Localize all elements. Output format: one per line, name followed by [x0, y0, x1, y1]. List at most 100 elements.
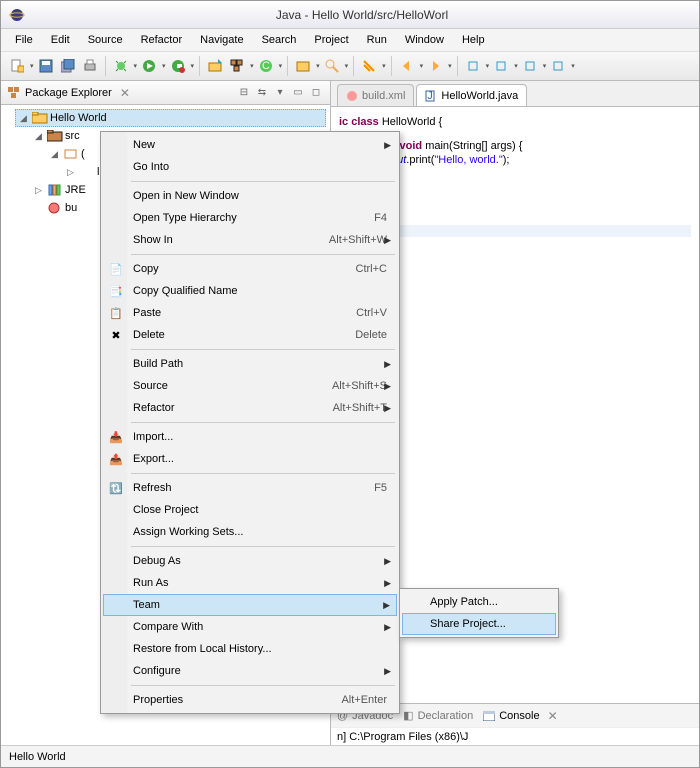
- print-button[interactable]: [80, 56, 100, 76]
- new-package-button[interactable]: [227, 56, 247, 76]
- context-item-debug-as[interactable]: Debug As▶: [103, 550, 397, 572]
- dropdown-arrow-icon[interactable]: ▾: [486, 62, 490, 70]
- tab-declaration[interactable]: ◧Declaration: [403, 709, 473, 722]
- run-button[interactable]: [139, 56, 159, 76]
- new-button[interactable]: [7, 56, 27, 76]
- nav-button-3[interactable]: [520, 56, 540, 76]
- collapse-all-icon[interactable]: ⊟: [236, 85, 252, 101]
- minimize-view-icon[interactable]: ▭: [290, 85, 306, 101]
- context-item-paste[interactable]: 📋PasteCtrl+V: [103, 302, 397, 324]
- context-label: Open Type Hierarchy: [133, 212, 374, 224]
- maximize-view-icon[interactable]: ◻: [308, 85, 324, 101]
- context-item-open-in-new-window[interactable]: Open in New Window: [103, 185, 397, 207]
- submenu-item-share-project[interactable]: Share Project...: [402, 613, 556, 635]
- context-separator: [131, 422, 395, 423]
- nav-button-1[interactable]: [463, 56, 483, 76]
- expander-icon[interactable]: ▷: [67, 167, 77, 178]
- delete-icon: ✖: [107, 329, 125, 342]
- search-button[interactable]: [322, 56, 342, 76]
- menu-source[interactable]: Source: [80, 31, 131, 49]
- view-menu-icon[interactable]: ▾: [272, 85, 288, 101]
- open-type-button[interactable]: [293, 56, 313, 76]
- dropdown-arrow-icon[interactable]: ▾: [514, 62, 518, 70]
- context-item-copy[interactable]: 📄CopyCtrl+C: [103, 258, 397, 280]
- dropdown-arrow-icon[interactable]: ▾: [420, 62, 424, 70]
- menu-search[interactable]: Search: [254, 31, 305, 49]
- tab-label: HelloWorld.java: [441, 90, 518, 102]
- dropdown-arrow-icon[interactable]: ▾: [382, 62, 386, 70]
- context-item-properties[interactable]: PropertiesAlt+Enter: [103, 689, 397, 711]
- menu-run[interactable]: Run: [359, 31, 395, 49]
- expander-icon[interactable]: ◢: [35, 131, 45, 142]
- toggle-mark-button[interactable]: [359, 56, 379, 76]
- editor-tab-helloworld[interactable]: J HelloWorld.java: [416, 84, 527, 106]
- context-item-build-path[interactable]: Build Path▶: [103, 353, 397, 375]
- submenu-item-apply-patch[interactable]: Apply Patch...: [402, 591, 556, 613]
- context-item-source[interactable]: SourceAlt+Shift+S▶: [103, 375, 397, 397]
- link-editor-icon[interactable]: ⇆: [254, 85, 270, 101]
- menu-help[interactable]: Help: [454, 31, 493, 49]
- menu-project[interactable]: Project: [306, 31, 356, 49]
- dropdown-arrow-icon[interactable]: ▾: [162, 62, 166, 70]
- dropdown-arrow-icon[interactable]: ▾: [134, 62, 138, 70]
- context-item-assign-working-sets[interactable]: Assign Working Sets...: [103, 521, 397, 543]
- back-button[interactable]: [397, 56, 417, 76]
- new-java-project-button[interactable]: [205, 56, 225, 76]
- context-item-delete[interactable]: ✖DeleteDelete: [103, 324, 397, 346]
- menu-refactor[interactable]: Refactor: [133, 31, 191, 49]
- run-last-button[interactable]: [168, 56, 188, 76]
- forward-button[interactable]: [425, 56, 445, 76]
- expander-icon[interactable]: ◢: [20, 113, 30, 124]
- dropdown-arrow-icon[interactable]: ▾: [543, 62, 547, 70]
- menu-file[interactable]: File: [7, 31, 41, 49]
- dropdown-arrow-icon[interactable]: ▾: [316, 62, 320, 70]
- expander-icon[interactable]: ◢: [51, 149, 61, 160]
- context-item-export[interactable]: 📤Export...: [103, 448, 397, 470]
- menu-edit[interactable]: Edit: [43, 31, 78, 49]
- context-item-run-as[interactable]: Run As▶: [103, 572, 397, 594]
- context-item-copy-qualified-name[interactable]: 📑Copy Qualified Name: [103, 280, 397, 302]
- context-item-compare-with[interactable]: Compare With▶: [103, 616, 397, 638]
- context-item-import[interactable]: 📥Import...: [103, 426, 397, 448]
- copy-icon: 📄: [107, 263, 125, 276]
- context-item-close-project[interactable]: Close Project: [103, 499, 397, 521]
- context-item-team[interactable]: Team▶: [103, 594, 397, 616]
- context-item-configure[interactable]: Configure▶: [103, 660, 397, 682]
- nav-button-2[interactable]: [491, 56, 511, 76]
- context-item-refresh[interactable]: 🔃RefreshF5: [103, 477, 397, 499]
- package-explorer-header: Package Explorer ✕ ⊟ ⇆ ▾ ▭ ◻: [1, 81, 330, 105]
- tree-project-row[interactable]: ◢ Hello World: [15, 109, 326, 127]
- nav-button-4[interactable]: [548, 56, 568, 76]
- context-item-go-into[interactable]: Go Into: [103, 156, 397, 178]
- new-class-button[interactable]: C: [256, 56, 276, 76]
- context-shortcut: Alt+Shift+T: [333, 402, 387, 414]
- menu-navigate[interactable]: Navigate: [192, 31, 251, 49]
- save-button[interactable]: [36, 56, 56, 76]
- console-output[interactable]: n] C:\Program Files (x86)\J: [331, 727, 699, 745]
- window-title: Java - Hello World/src/HelloWorl: [276, 8, 448, 22]
- save-all-button[interactable]: [58, 56, 78, 76]
- context-shortcut: Delete: [355, 329, 387, 341]
- dropdown-arrow-icon[interactable]: ▾: [448, 62, 452, 70]
- context-item-restore-from-local-history[interactable]: Restore from Local History...: [103, 638, 397, 660]
- dropdown-arrow-icon[interactable]: ▾: [279, 62, 283, 70]
- context-item-open-type-hierarchy[interactable]: Open Type HierarchyF4: [103, 207, 397, 229]
- dropdown-arrow-icon[interactable]: ▾: [250, 62, 254, 70]
- expander-icon[interactable]: ▷: [35, 185, 45, 196]
- dropdown-arrow-icon[interactable]: ▾: [345, 62, 349, 70]
- close-view-icon[interactable]: ✕: [120, 86, 130, 100]
- debug-button[interactable]: [111, 56, 131, 76]
- menu-window[interactable]: Window: [397, 31, 452, 49]
- context-item-refactor[interactable]: RefactorAlt+Shift+T▶: [103, 397, 397, 419]
- close-view-icon[interactable]: ✕: [548, 709, 558, 723]
- dropdown-arrow-icon[interactable]: ▾: [30, 62, 34, 70]
- context-item-new[interactable]: New▶: [103, 134, 397, 156]
- context-item-show-in[interactable]: Show InAlt+Shift+W▶: [103, 229, 397, 251]
- dropdown-arrow-icon[interactable]: ▾: [571, 62, 575, 70]
- editor-tab-buildxml[interactable]: build.xml: [337, 84, 414, 106]
- submenu-arrow-icon: ▶: [383, 600, 390, 611]
- svg-text:C: C: [262, 60, 270, 72]
- dropdown-arrow-icon[interactable]: ▾: [191, 62, 195, 70]
- context-separator: [131, 349, 395, 350]
- tab-console[interactable]: Console✕: [483, 709, 557, 723]
